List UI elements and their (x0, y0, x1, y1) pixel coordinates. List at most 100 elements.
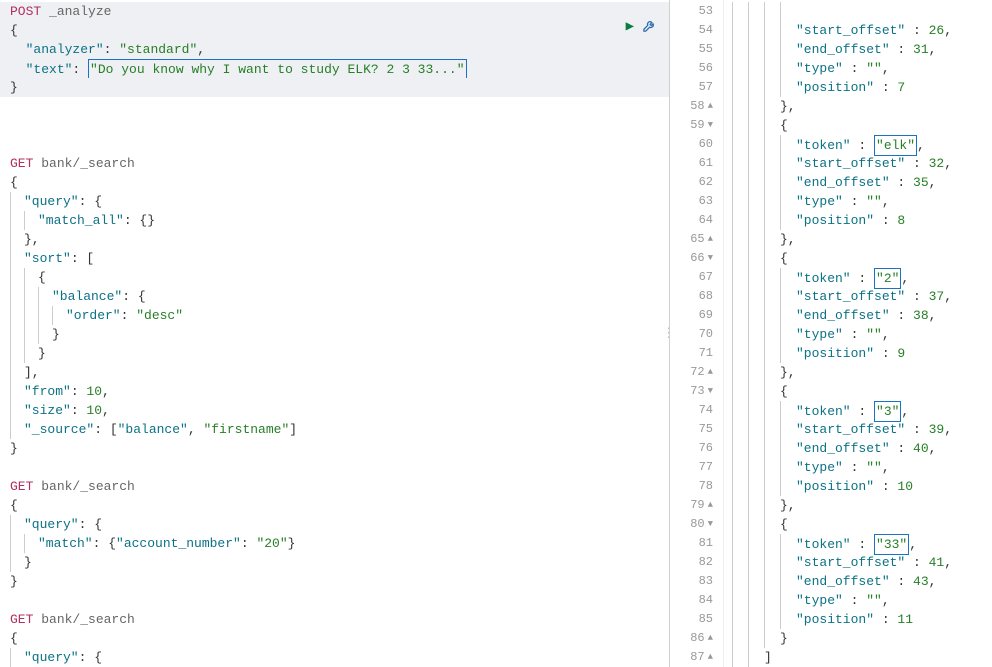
response-line[interactable]: "position" : 9 (724, 344, 992, 363)
response-line[interactable]: "end_offset" : 38, (724, 306, 992, 325)
response-line[interactable]: "token" : "elk", (724, 135, 992, 154)
code-line[interactable]: "query": { (0, 192, 669, 211)
code-line[interactable]: } (0, 78, 669, 97)
code-line[interactable]: { (0, 21, 669, 40)
line-number: 64 (670, 211, 723, 230)
response-line[interactable] (724, 2, 992, 21)
response-line[interactable]: { (724, 382, 992, 401)
code-line[interactable] (0, 591, 669, 610)
response-line[interactable]: { (724, 249, 992, 268)
response-line[interactable]: }, (724, 363, 992, 382)
line-number: 76 (670, 439, 723, 458)
highlighted-value: "Do you know why I want to study ELK? 2 … (88, 59, 466, 80)
response-line[interactable]: "start_offset" : 32, (724, 154, 992, 173)
code-line[interactable]: "_source": ["balance", "firstname"] (0, 420, 669, 439)
response-line[interactable]: "end_offset" : 31, (724, 40, 992, 59)
code-line[interactable] (0, 135, 669, 154)
response-line[interactable]: "type" : "", (724, 325, 992, 344)
code-line[interactable] (0, 116, 669, 135)
response-line[interactable]: }, (724, 230, 992, 249)
response-line[interactable]: "position" : 10 (724, 477, 992, 496)
code-line[interactable]: } (0, 325, 669, 344)
response-line[interactable]: "end_offset" : 40, (724, 439, 992, 458)
code-line[interactable]: "analyzer": "standard", (0, 40, 669, 59)
code-line[interactable]: { (0, 173, 669, 192)
code-line[interactable]: GET bank/_search (0, 610, 669, 629)
code-line[interactable]: "query": { (0, 515, 669, 534)
code-line[interactable]: "match": {"account_number": "20"} (0, 534, 669, 553)
panel-resize-handle[interactable]: ⋮ (664, 319, 670, 349)
line-number: 55 (670, 40, 723, 59)
code-line[interactable]: }, (0, 230, 669, 249)
highlighted-token: "3" (874, 401, 901, 422)
response-line[interactable]: { (724, 116, 992, 135)
code-line[interactable]: "from": 10, (0, 382, 669, 401)
code-line[interactable]: "sort": [ (0, 249, 669, 268)
line-number: 72▲ (670, 363, 723, 382)
code-line[interactable]: GET bank/_search (0, 477, 669, 496)
line-number: 73▼ (670, 382, 723, 401)
response-line[interactable]: }, (724, 496, 992, 515)
response-line[interactable]: "token" : "2", (724, 268, 992, 287)
response-line[interactable]: "start_offset" : 39, (724, 420, 992, 439)
code-line[interactable]: POST _analyze (0, 2, 669, 21)
response-line[interactable]: "start_offset" : 41, (724, 553, 992, 572)
response-line[interactable]: "position" : 8 (724, 211, 992, 230)
code-line[interactable] (0, 97, 669, 116)
response-line[interactable]: "start_offset" : 37, (724, 287, 992, 306)
fold-up-icon[interactable]: ▲ (708, 629, 713, 648)
response-line[interactable]: "token" : "33", (724, 534, 992, 553)
fold-down-icon[interactable]: ▼ (708, 515, 713, 534)
line-number: 83 (670, 572, 723, 591)
response-line[interactable]: } (724, 629, 992, 648)
response-line[interactable]: "type" : "", (724, 59, 992, 78)
code-line[interactable]: } (0, 439, 669, 458)
code-line[interactable]: } (0, 344, 669, 363)
fold-up-icon[interactable]: ▲ (708, 97, 713, 116)
code-line[interactable]: } (0, 553, 669, 572)
line-number: 87▲ (670, 648, 723, 667)
response-line[interactable]: "token" : "3", (724, 401, 992, 420)
response-line[interactable]: "type" : "", (724, 192, 992, 211)
fold-up-icon[interactable]: ▲ (708, 648, 713, 667)
response-line[interactable]: "type" : "", (724, 591, 992, 610)
http-method: POST (10, 4, 41, 19)
line-number: 70 (670, 325, 723, 344)
code-line[interactable]: "match_all": {} (0, 211, 669, 230)
code-line[interactable]: "order": "desc" (0, 306, 669, 325)
response-line[interactable]: "end_offset" : 35, (724, 173, 992, 192)
line-number: 57 (670, 78, 723, 97)
code-line[interactable]: ], (0, 363, 669, 382)
code-line[interactable]: { (0, 629, 669, 648)
response-line[interactable]: { (724, 515, 992, 534)
fold-down-icon[interactable]: ▼ (708, 382, 713, 401)
fold-down-icon[interactable]: ▼ (708, 249, 713, 268)
response-line[interactable]: "position" : 7 (724, 78, 992, 97)
request-editor[interactable]: ▶ POST _analyze{ "analyzer": "standard",… (0, 0, 670, 667)
response-line[interactable]: }, (724, 97, 992, 116)
response-code-area[interactable]: "start_offset" : 26,"end_offset" : 31,"t… (724, 0, 992, 667)
response-line[interactable]: "position" : 11 (724, 610, 992, 629)
request-code-area[interactable]: POST _analyze{ "analyzer": "standard", "… (0, 0, 669, 667)
code-line[interactable]: { (0, 268, 669, 287)
code-line[interactable]: "size": 10, (0, 401, 669, 420)
wrench-icon[interactable] (642, 18, 657, 38)
fold-up-icon[interactable]: ▲ (708, 230, 713, 249)
fold-up-icon[interactable]: ▲ (708, 363, 713, 382)
response-line[interactable]: "start_offset" : 26, (724, 21, 992, 40)
http-path: _analyze (49, 4, 111, 19)
fold-up-icon[interactable]: ▲ (708, 496, 713, 515)
response-line[interactable]: ] (724, 648, 992, 667)
code-line[interactable]: "query": { (0, 648, 669, 667)
code-line[interactable]: "balance": { (0, 287, 669, 306)
code-line[interactable]: } (0, 572, 669, 591)
response-line[interactable]: "end_offset" : 43, (724, 572, 992, 591)
fold-down-icon[interactable]: ▼ (708, 116, 713, 135)
code-line[interactable]: "text": "Do you know why I want to study… (0, 59, 669, 78)
code-line[interactable]: { (0, 496, 669, 515)
play-icon[interactable]: ▶ (626, 18, 634, 38)
response-line[interactable]: "type" : "", (724, 458, 992, 477)
code-line[interactable] (0, 458, 669, 477)
code-line[interactable]: GET bank/_search (0, 154, 669, 173)
line-number: 59▼ (670, 116, 723, 135)
